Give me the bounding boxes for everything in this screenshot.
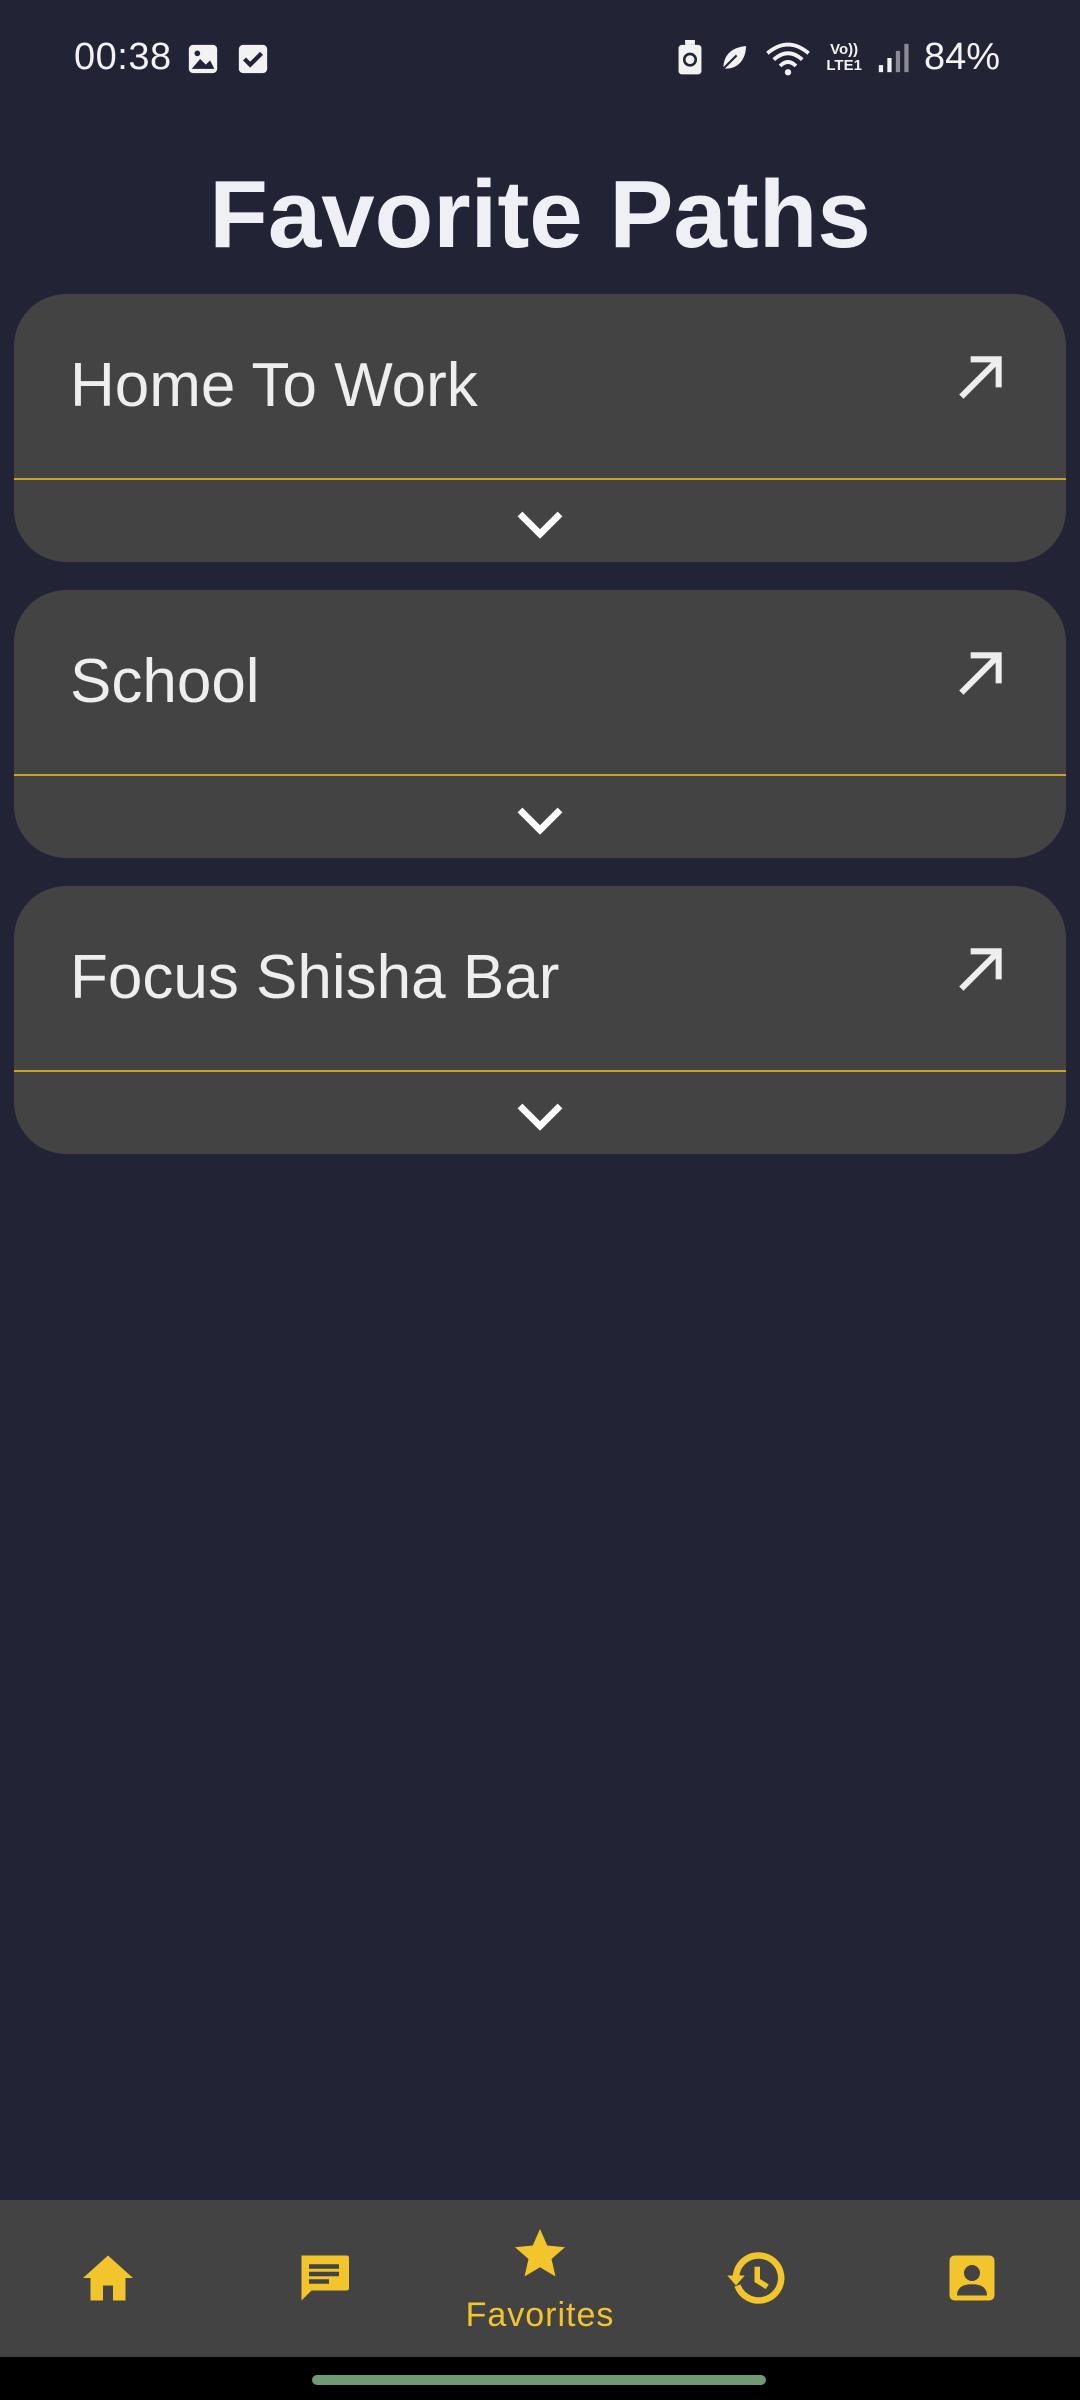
status-time: 00:38 [74,36,172,78]
favorite-card[interactable]: Focus Shisha Bar [14,886,1066,1154]
star-icon [515,2229,565,2277]
favorite-card[interactable]: School [14,590,1066,858]
gesture-bar [0,2357,1080,2400]
checkbox-icon [238,44,268,74]
lte-label: LTE1 [826,56,862,74]
nav-item-home[interactable] [0,2200,216,2357]
chevron-down-icon[interactable] [514,802,566,838]
card-divider [14,478,1066,480]
notification-icons [186,42,270,76]
chevron-down-icon[interactable] [514,1098,566,1134]
wifi-icon [766,42,811,75]
nav-item-profile[interactable] [864,2200,1080,2357]
volte-label: Vo)) [830,40,859,58]
leaf-icon [722,45,747,69]
favorite-label: Focus Shisha Bar [70,943,560,1012]
nav-item-favorites[interactable]: Favorites [432,2200,648,2357]
open-arrow-icon[interactable] [952,942,1008,998]
favorite-card[interactable]: Home To Work [14,294,1066,562]
nav-item-history[interactable] [648,2200,864,2357]
bottom-nav: Favorites [0,2200,1080,2357]
profile-icon [949,2255,995,2301]
system-icons: Vo)) LTE1 84% [676,36,1000,79]
nav-item-messages[interactable] [216,2200,432,2357]
page-title: Favorite Paths [209,161,871,268]
gesture-handle[interactable] [312,2375,766,2385]
nav-label-favorites: Favorites [465,2296,615,2334]
volte-indicator: Vo)) LTE1 [826,40,862,74]
open-arrow-icon[interactable] [952,646,1008,702]
favorite-label: School [70,647,260,716]
card-divider [14,1070,1066,1072]
status-bar: 00:38 Vo)) LTE1 84% [0,0,1080,120]
open-arrow-icon[interactable] [952,350,1008,406]
chevron-down-icon[interactable] [514,506,566,542]
history-icon [727,2252,785,2304]
battery-saver-icon [678,39,702,74]
signal-icon [878,43,909,72]
card-divider [14,774,1066,776]
image-icon [188,44,218,74]
message-icon [301,2255,349,2301]
favorite-label: Home To Work [70,351,478,420]
home-icon [83,2255,133,2301]
battery-percent: 84% [923,36,1000,78]
